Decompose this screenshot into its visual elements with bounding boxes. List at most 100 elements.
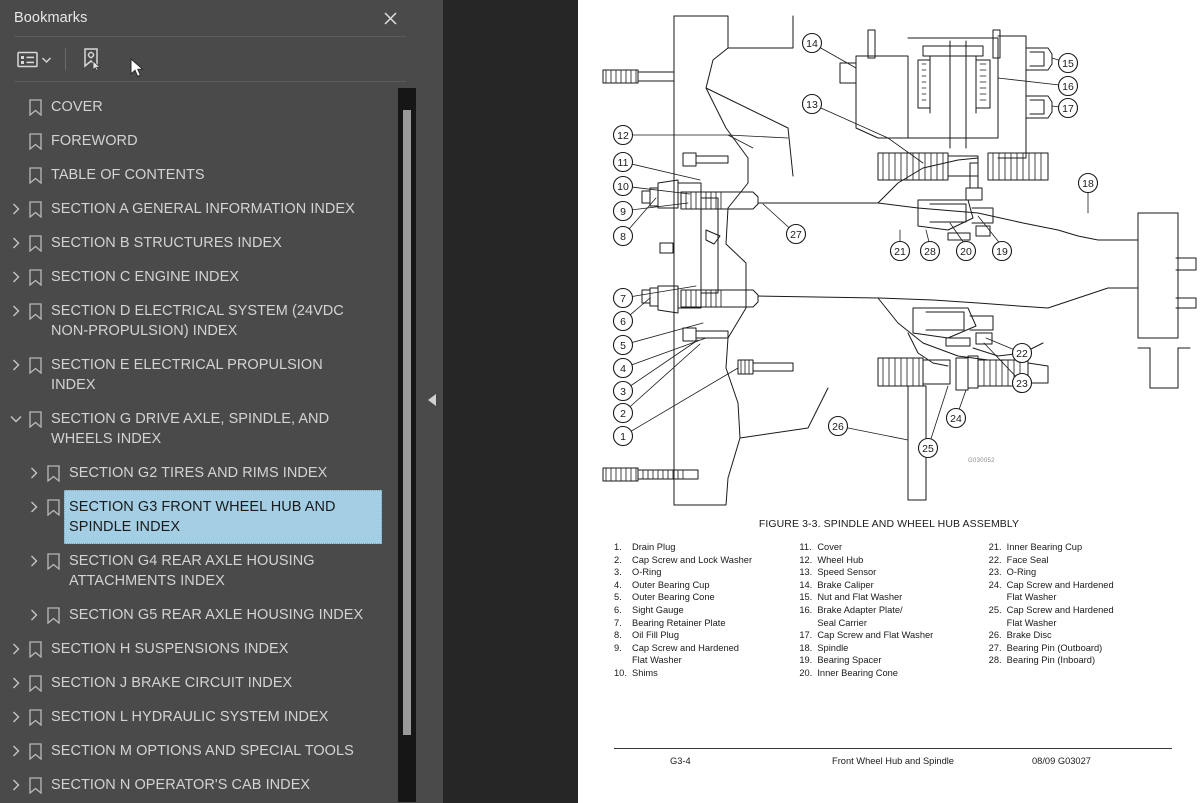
bookmark-item[interactable]: SECTION B STRUCTURES INDEX [0, 226, 394, 260]
chevron-right-icon[interactable] [8, 632, 24, 666]
svg-text:13: 13 [806, 99, 818, 111]
legend-text: Shims [632, 667, 658, 678]
collapse-left-arrow-icon[interactable] [427, 393, 437, 411]
bookmark-icon [24, 348, 46, 382]
svg-text:10: 10 [617, 181, 629, 193]
pdf-viewer-window: Bookmarks COVER FOREWORD TABLE OF CONTEN… [0, 0, 1200, 803]
bookmark-item[interactable]: SECTION E ELECTRICAL PROPULSION INDEX [0, 348, 394, 402]
close-icon[interactable] [380, 8, 400, 28]
bookmark-label: SECTION A GENERAL INFORMATION INDEX [51, 201, 355, 217]
bookmark-label: SECTION M OPTIONS AND SPECIAL TOOLS [51, 743, 354, 759]
callout-6: 6 [612, 310, 634, 332]
bookmark-icon [42, 456, 64, 490]
legend-entry: 16. Brake Adapter Plate/ [799, 604, 988, 617]
legend-entry: 24. Cap Screw and Hardened [989, 579, 1174, 592]
bookmark-item[interactable]: SECTION L HYDRAULIC SYSTEM INDEX [0, 700, 394, 734]
legend-number: 10. [614, 667, 627, 678]
chevron-right-icon[interactable] [8, 226, 24, 260]
legend-text: Speed Sensor [817, 567, 877, 578]
bookmark-item[interactable]: SECTION G2 TIRES AND RIMS INDEX [0, 456, 394, 490]
chevron-down-icon[interactable] [8, 402, 24, 436]
bookmark-item[interactable]: SECTION G4 REAR AXLE HOUSING ATTACHMENTS… [0, 544, 394, 598]
legend-number: 4. [614, 579, 622, 590]
document-viewer[interactable]: 1 2 3 4 5 6 7 8 9 10 11 12 13 14 15 16 17 18 19 20 21 22 23 24 2… [443, 0, 1200, 803]
bookmark-item[interactable]: SECTION G3 FRONT WHEEL HUB AND SPINDLE I… [0, 490, 394, 544]
bookmark-label: TABLE OF CONTENTS [51, 167, 205, 183]
legend-text: Oil Fill Plug [632, 630, 680, 641]
svg-text:3: 3 [620, 386, 626, 398]
legend-text-continuation: Seal Carrier [817, 617, 867, 628]
legend-number: 8. [614, 630, 622, 641]
bookmark-item[interactable]: SECTION M OPTIONS AND SPECIAL TOOLS [0, 734, 394, 768]
bookmarks-scrollbar[interactable] [398, 88, 416, 802]
drawing-reference-code: G030052 [968, 458, 995, 464]
legend-entry: 7. Bearing Retainer Plate [614, 617, 799, 630]
legend-number: 18. [799, 642, 813, 653]
chevron-right-icon[interactable] [8, 666, 24, 700]
legend-number: 14. [799, 579, 813, 590]
bookmark-item[interactable]: SECTION H SUSPENSIONS INDEX [0, 632, 394, 666]
bookmark-item[interactable]: SECTION D ELECTRICAL SYSTEM (24VDC NON-P… [0, 294, 394, 348]
panel-splitter[interactable] [420, 0, 443, 803]
callout-1: 1 [612, 425, 634, 447]
legend-number: 19. [799, 655, 813, 666]
bookmark-item[interactable]: SECTION G5 REAR AXLE HOUSING INDEX [0, 598, 394, 632]
svg-text:20: 20 [960, 246, 972, 258]
footer-revision: 08/09 G03027 [1032, 756, 1091, 766]
callout-24: 24 [945, 407, 967, 429]
callout-13: 13 [801, 93, 823, 115]
callout-11: 11 [612, 151, 634, 173]
bookmarks-scrollbar-thumb[interactable] [403, 110, 411, 735]
bookmark-item[interactable]: SECTION N OPERATOR'S CAB INDEX [0, 768, 394, 802]
bookmarks-panel: Bookmarks COVER FOREWORD TABLE OF CONTEN… [0, 0, 420, 803]
svg-text:11: 11 [618, 157, 629, 169]
svg-text:2: 2 [620, 408, 626, 420]
chevron-right-icon[interactable] [26, 456, 42, 490]
svg-text:23: 23 [1016, 378, 1028, 390]
chevron-right-icon[interactable] [8, 734, 24, 768]
bookmark-options-button[interactable] [14, 45, 54, 73]
legend-entry: 3. O-Ring [614, 566, 799, 579]
legend-number: 1. [614, 542, 622, 552]
legend-number: 20. [799, 667, 813, 678]
bookmark-icon [24, 192, 46, 226]
bookmark-icon [42, 598, 64, 632]
bookmark-label: SECTION C ENGINE INDEX [51, 269, 240, 285]
bookmark-item[interactable]: SECTION C ENGINE INDEX [0, 260, 394, 294]
legend-text: Cap Screw and Lock Washer [632, 554, 753, 565]
legend-text: Inner Bearing Cup [1006, 542, 1083, 552]
svg-text:1: 1 [620, 431, 626, 443]
chevron-right-icon[interactable] [26, 490, 42, 524]
svg-text:5: 5 [620, 340, 626, 352]
chevron-right-icon[interactable] [8, 768, 24, 802]
legend-text: Brake Caliper [817, 579, 874, 590]
bookmark-item[interactable]: SECTION G DRIVE AXLE, SPINDLE, AND WHEEL… [0, 402, 394, 456]
bookmark-item[interactable]: SECTION A GENERAL INFORMATION INDEX [0, 192, 394, 226]
legend-text-continuation: Flat Washer [1006, 617, 1057, 628]
bookmarks-panel-header: Bookmarks [0, 0, 420, 36]
footer-divider [614, 748, 1172, 749]
bookmark-icon [24, 158, 46, 192]
chevron-right-icon[interactable] [8, 260, 24, 294]
chevron-right-icon[interactable] [8, 294, 24, 328]
legend-number: 7. [614, 617, 622, 628]
legend-text: Bearing Pin (Outboard) [1006, 642, 1103, 653]
chevron-right-icon[interactable] [26, 544, 42, 578]
bookmark-item[interactable]: TABLE OF CONTENTS [0, 158, 394, 192]
chevron-right-icon[interactable] [8, 700, 24, 734]
legend-number: 15. [799, 592, 813, 603]
bookmark-item[interactable]: COVER [0, 90, 394, 124]
chevron-right-icon[interactable] [8, 192, 24, 226]
legend-entry: 19. Bearing Spacer [799, 654, 988, 667]
new-bookmark-button[interactable] [77, 45, 107, 73]
legend-column: 21. Inner Bearing Cup 22. Face Seal 23. O-Rin… [989, 541, 1174, 680]
callout-19: 19 [991, 240, 1013, 262]
page-footer: G3-4 Front Wheel Hub and Spindle 08/09 G… [614, 753, 1172, 769]
bookmark-item[interactable]: SECTION J BRAKE CIRCUIT INDEX [0, 666, 394, 700]
chevron-right-icon[interactable] [8, 348, 24, 382]
parts-legend: 1. Drain Plug 2. Cap Screw and Lock Washer 3… [614, 541, 1174, 680]
legend-text: Cap Screw and Flat Washer [817, 630, 934, 641]
chevron-right-icon[interactable] [26, 598, 42, 632]
bookmark-item[interactable]: FOREWORD [0, 124, 394, 158]
legend-entry: 8. Oil Fill Plug [614, 629, 799, 642]
